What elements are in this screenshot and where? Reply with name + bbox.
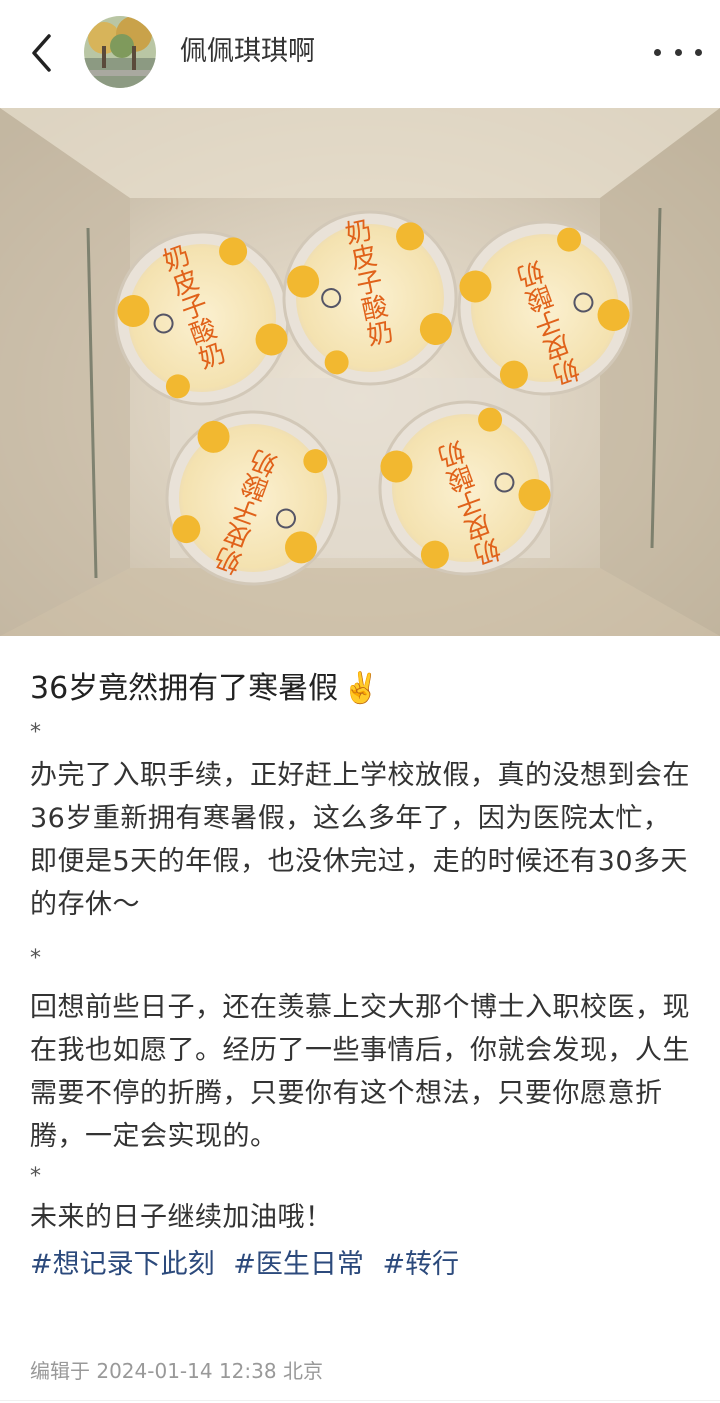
post-paragraph: 办完了入职手续，正好赶上学校放假，真的没想到会在36岁重新拥有寒暑假，这么多年了… xyxy=(30,760,690,920)
chevron-left-icon xyxy=(32,34,51,72)
separator-star: * xyxy=(30,1164,41,1189)
post-paragraph: 未来的日子继续加油哦！ xyxy=(30,1202,333,1233)
username[interactable]: 佩佩琪琪啊 xyxy=(180,34,315,70)
more-dot-icon xyxy=(654,48,661,56)
post-title: 36岁竟然拥有了寒暑假 ✌️ xyxy=(30,660,690,718)
post-content: 36岁竟然拥有了寒暑假 ✌️ * 办完了入职手续，正好赶上学校放假，真的没想到会… xyxy=(30,660,690,1287)
hashtag-list: #想记录下此刻 #医生日常 #转行 xyxy=(30,1243,690,1287)
hashtag[interactable]: #想记录下此刻 xyxy=(30,1249,215,1280)
hashtag[interactable]: #转行 xyxy=(382,1249,459,1280)
post-paragraph: 回想前些日子，还在羡慕上交大那个博士入职校医，现在我也如愿了。经历了一些事情后，… xyxy=(30,992,690,1152)
yogurt-cups-image: 奶皮子酸奶 奶皮子酸奶 奶皮子酸奶 奶皮子酸奶 奶皮子酸奶 xyxy=(0,108,720,636)
victory-hand-emoji-icon: ✌️ xyxy=(342,671,380,706)
post-photo[interactable]: 奶皮子酸奶 奶皮子酸奶 奶皮子酸奶 奶皮子酸奶 奶皮子酸奶 xyxy=(0,108,720,636)
divider xyxy=(0,1400,720,1401)
back-button[interactable] xyxy=(22,30,62,76)
more-button[interactable] xyxy=(654,30,702,74)
post-title-text: 36岁竟然拥有了寒暑假 xyxy=(30,671,339,706)
avatar-image xyxy=(84,16,156,88)
avatar[interactable] xyxy=(84,16,156,88)
post-header: 佩佩琪琪啊 xyxy=(0,0,720,106)
separator-star: * xyxy=(30,720,41,745)
more-dot-icon xyxy=(695,48,702,56)
hashtag[interactable]: #医生日常 xyxy=(233,1249,364,1280)
more-dot-icon xyxy=(674,48,682,56)
separator-star: * xyxy=(30,946,41,971)
edit-timestamp: 编辑于 2024-01-14 12:38 北京 xyxy=(30,1359,323,1383)
